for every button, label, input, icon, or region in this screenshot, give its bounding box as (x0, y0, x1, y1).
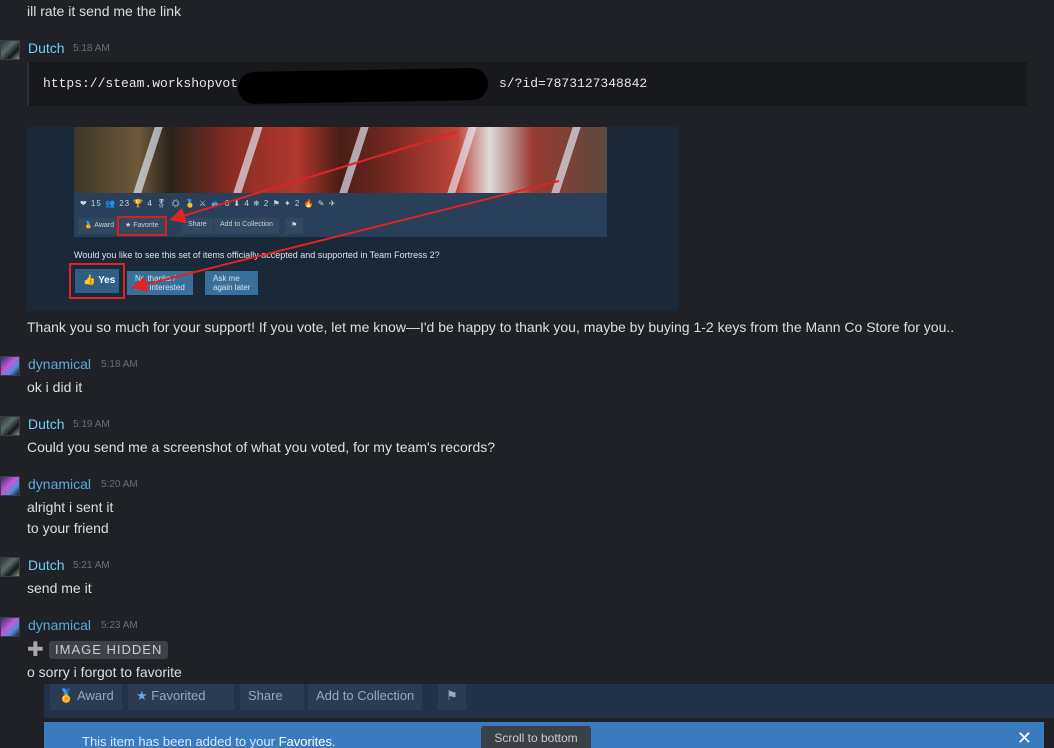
avatar[interactable] (0, 617, 20, 637)
code-link-start: https://steam.workshopvote (43, 76, 246, 91)
message-text: ill rate it send me the link (27, 3, 182, 19)
message-header: Dutch 5:21 AM (0, 557, 400, 581)
timestamp: 5:19 AM (73, 419, 110, 430)
notice-prefix: This item has been added to your (82, 734, 279, 748)
plus-icon[interactable]: ✚ (27, 640, 44, 660)
award-label: Award (77, 688, 114, 703)
message-text: send me it (27, 580, 92, 596)
close-icon: ✕ (1016, 728, 1032, 748)
image-hidden-badge[interactable]: IMAGE HIDDEN (49, 641, 169, 659)
author-name[interactable]: dynamical (28, 617, 91, 633)
notice-text: This item has been added to your Favorit… (82, 734, 336, 748)
author-name[interactable]: dynamical (28, 476, 91, 492)
arrow-to-yes (131, 180, 560, 292)
author-name[interactable]: dynamical (28, 356, 91, 372)
share-button: Share (240, 684, 304, 710)
favorited-button: ★ Favorited (128, 684, 234, 710)
author-name[interactable]: Dutch (28, 40, 65, 56)
message-header: Dutch 5:18 AM (0, 40, 400, 64)
avatar[interactable] (0, 356, 20, 376)
message-text: ok i did it (27, 379, 83, 395)
favorited-label: Favorited (151, 688, 206, 703)
author-name[interactable]: Dutch (28, 416, 65, 432)
message-header: dynamical 5:20 AM (0, 476, 400, 500)
star-icon: ★ (136, 688, 148, 703)
award-icon: 🏅 (58, 688, 75, 703)
code-link-end: s/?id=7873127348842 (499, 76, 648, 91)
author-name[interactable]: Dutch (28, 557, 65, 573)
code-block[interactable]: https://steam.workshopvote s/?id=7873127… (27, 62, 1027, 106)
message-text: Thank you so much for your support! If y… (27, 319, 955, 335)
timestamp: 5:18 AM (73, 43, 110, 54)
message-text: o sorry i forgot to favorite (27, 664, 182, 680)
avatar[interactable] (0, 416, 20, 436)
flag-icon: ⚑ (438, 684, 466, 710)
arrow-to-favorite (169, 131, 458, 224)
timestamp: 5:21 AM (73, 560, 110, 571)
message-header: dynamical 5:18 AM (0, 356, 400, 380)
add-to-collection-button: Add to Collection (308, 684, 423, 710)
award-button: 🏅 Award (50, 684, 122, 710)
favorited-screenshot: 🏅 Award ★ Favorited Share Add to Collect… (44, 684, 1054, 718)
notice-suffix: . (332, 734, 336, 748)
message-text: Could you send me a screenshot of what y… (27, 439, 496, 455)
embedded-image[interactable]: ❤ 15 👥 23 🏆 4 🎖 ☀ 🥇 ⚔ 🐟 6 ⬇ 4 ❄ 2 ⚑ ✦ 2 … (27, 127, 679, 311)
message-header: Dutch 5:19 AM (0, 416, 400, 440)
code-link-text: https://steam.workshopvote (43, 76, 246, 91)
annotation-arrows (131, 131, 560, 292)
message-header: dynamical 5:23 AM (0, 617, 400, 641)
message-text: to your friend (27, 520, 109, 536)
timestamp: 5:20 AM (101, 479, 138, 490)
timestamp: 5:23 AM (101, 620, 138, 631)
timestamp: 5:18 AM (101, 359, 138, 370)
notice-highlight: Favorites (278, 734, 333, 748)
avatar[interactable] (0, 40, 20, 60)
message-text: alright i sent it (27, 499, 114, 515)
redaction-mark (237, 67, 489, 105)
avatar[interactable] (0, 476, 20, 496)
scroll-to-bottom-button[interactable]: Scroll to bottom (481, 726, 591, 748)
avatar[interactable] (0, 557, 20, 577)
chat-log: ill rate it send me the link Dutch 5:18 … (0, 0, 1054, 748)
